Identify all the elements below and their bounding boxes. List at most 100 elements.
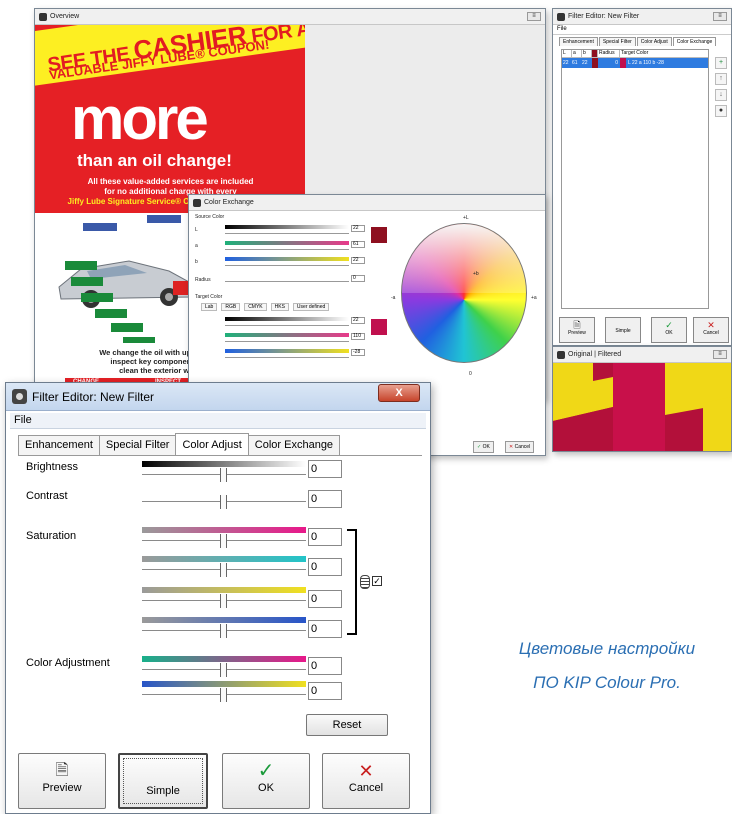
app-icon [39, 12, 47, 21]
filtered-preview-image [553, 363, 731, 451]
contrast-thumb[interactable] [220, 495, 227, 509]
preview-button-small[interactable]: 🗎 Preview [559, 317, 595, 343]
source-l-slider[interactable] [225, 225, 349, 229]
window-menu-icon[interactable]: ≡ [713, 350, 727, 359]
saturation-yellow-value[interactable]: 0 [308, 590, 342, 608]
saturation-yellow-thumb[interactable] [220, 594, 227, 608]
checkmark-icon: ✓ [257, 760, 275, 782]
window-menu-icon[interactable]: ≡ [527, 12, 541, 21]
tab-special-filter[interactable]: Special Filter [98, 435, 177, 455]
saturation-cyan-thumb[interactable] [220, 563, 227, 577]
window-menu-icon[interactable]: ≡ [713, 12, 727, 21]
color-adjustment-green-magenta-value[interactable]: 0 [308, 657, 342, 675]
filter-small-tabs: Enhancement Special Filter Color Adjust … [553, 35, 731, 46]
tab-enhancement[interactable]: Enhancement [18, 435, 100, 455]
tab-cmyk[interactable]: CMYK [244, 303, 267, 311]
color-space-sphere[interactable] [401, 223, 527, 363]
original-filtered-window: Original | Filtered ≡ [552, 346, 732, 452]
brightness-value[interactable]: 0 [308, 460, 342, 478]
preview-label: Preview [42, 782, 82, 794]
simple-button-small[interactable]: Simple [605, 317, 641, 343]
source-l-value[interactable]: 22 [351, 225, 365, 232]
target-l-slider[interactable] [225, 317, 349, 321]
ad-tag [83, 223, 117, 231]
a-label: a [195, 243, 198, 249]
preview-button[interactable]: 🗎 Preview [18, 753, 106, 809]
color-adjustment-green-magenta-thumb[interactable] [220, 663, 227, 677]
saturation-magenta-value[interactable]: 0 [308, 528, 342, 546]
saturation-blue-value[interactable]: 0 [308, 620, 342, 638]
ok-button[interactable]: ✓ OK [222, 753, 310, 809]
orig-titlebar: Original | Filtered ≡ [553, 347, 731, 363]
reset-button[interactable]: Reset [306, 714, 388, 736]
filter-small-titlebar: Filter Editor: New Filter ≡ [553, 9, 731, 25]
color-adjustment-label: Color Adjustment [26, 657, 110, 669]
cx-ok-button[interactable]: ✓ OK [473, 441, 494, 453]
cancel-button-small[interactable]: ✕ Cancel [693, 317, 729, 343]
brightness-thumb[interactable] [220, 468, 227, 482]
sphere-shading [402, 224, 526, 293]
target-b-value[interactable]: -28 [351, 349, 365, 356]
saturation-yellow-gradient [142, 587, 306, 593]
radius-value[interactable]: 0 [351, 275, 365, 282]
radius-track[interactable] [225, 281, 349, 282]
color-adjustment-blue-yellow-thumb[interactable] [220, 688, 227, 702]
tab-color-adjust[interactable]: Color Adjust [175, 433, 249, 455]
cx-cancel-button[interactable]: ✕ Cancel [505, 441, 535, 453]
move-down-icon[interactable]: ↓ [715, 89, 727, 101]
link-saturation-checkbox[interactable]: ✓ [372, 576, 382, 586]
tab-special-filter[interactable]: Special Filter [598, 37, 636, 46]
saturation-magenta-thumb[interactable] [220, 534, 227, 548]
preview-icon: 🗎 [55, 762, 69, 779]
cross-icon: ✕ [509, 444, 514, 450]
add-entry-icon[interactable]: + [715, 57, 727, 69]
tab-enhancement[interactable]: Enhancement [559, 37, 598, 46]
tab-hks[interactable]: HKS [270, 303, 289, 311]
preview-icon: 🗎 [573, 320, 581, 330]
ok-button-small[interactable]: ✓ OK [651, 317, 687, 343]
simple-button[interactable]: Simple [118, 753, 208, 809]
saturation-cyan-value[interactable]: 0 [308, 558, 342, 576]
cancel-button[interactable]: ✕ Cancel [322, 753, 410, 809]
cross-icon: ✕ [358, 761, 374, 781]
app-icon [557, 350, 565, 359]
orig-title: Original | Filtered [568, 351, 622, 358]
filter-editor-small-window: Filter Editor: New Filter ≡ File Enhance… [552, 8, 732, 346]
filter-small-title: Filter Editor: New Filter [568, 13, 640, 20]
ad-tag [111, 323, 143, 332]
cancel-label: Cancel [348, 782, 384, 794]
saturation-blue-thumb[interactable] [220, 624, 227, 638]
target-l-value[interactable]: 22 [351, 317, 365, 324]
target-a-slider[interactable] [225, 333, 349, 337]
target-color-swatch [371, 319, 387, 335]
cross-icon: ✕ [707, 320, 715, 330]
axis-label-zero: 0 [469, 371, 472, 377]
filter-small-menu-file[interactable]: File [553, 25, 731, 35]
menu-file[interactable]: File [14, 414, 32, 426]
move-up-icon[interactable]: ↑ [715, 73, 727, 85]
menu-bar: File [10, 413, 426, 429]
color-exchange-list[interactable]: L a b Radius Target Color 22 61 22 0 L 2… [561, 49, 709, 309]
saturation-cyan-gradient [142, 556, 306, 562]
chain-link-icon [360, 575, 370, 589]
tab-color-exchange[interactable]: Color Exchange [247, 435, 341, 455]
ad-headline: more [71, 85, 209, 152]
delete-entry-icon[interactable]: ● [715, 105, 727, 117]
tab-user-defined[interactable]: User defined [292, 303, 330, 311]
tab-color-adjust[interactable]: Color Adjust [636, 37, 672, 46]
contrast-value[interactable]: 0 [308, 490, 342, 508]
target-a-track [225, 341, 349, 342]
close-button[interactable]: X [378, 384, 420, 402]
tab-lab[interactable]: Lab [201, 303, 218, 311]
target-a-value[interactable]: 110 [351, 333, 365, 340]
target-b-slider[interactable] [225, 349, 349, 353]
tab-rgb[interactable]: RGB [221, 303, 241, 311]
list-item[interactable]: 22 61 22 0 L 22 a 110 b -28 [562, 58, 708, 68]
caption-line1: Цветовые настройки [518, 639, 696, 658]
source-a-slider[interactable] [225, 241, 349, 245]
tab-color-exchange[interactable]: Color Exchange [672, 37, 717, 46]
color-adjustment-blue-yellow-value[interactable]: 0 [308, 682, 342, 700]
source-a-value[interactable]: 61 [351, 241, 365, 248]
source-b-value[interactable]: 22 [351, 257, 365, 264]
source-b-slider[interactable] [225, 257, 349, 261]
